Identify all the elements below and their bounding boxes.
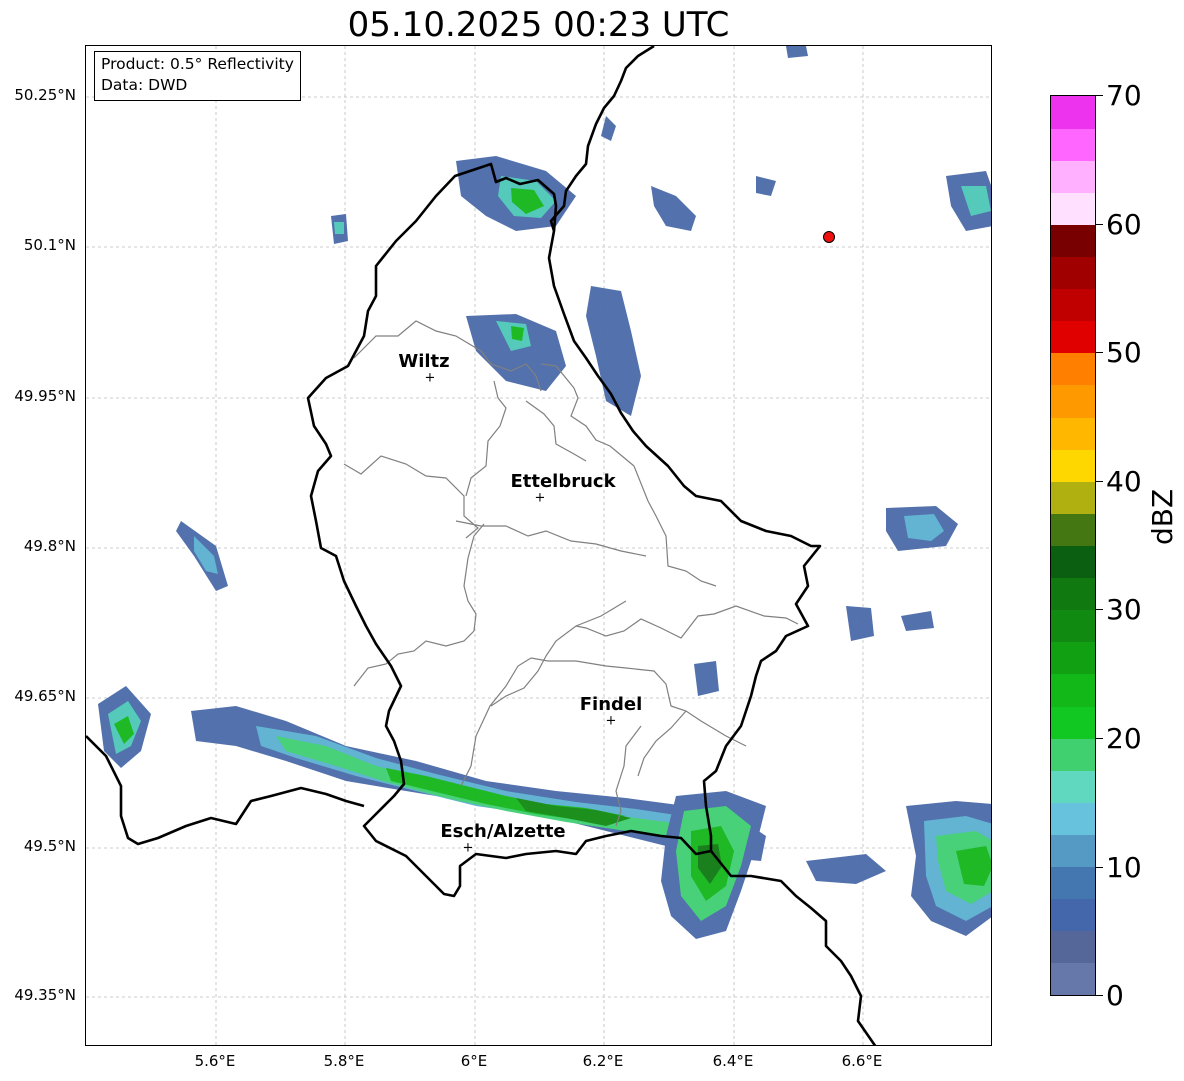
city-marker-icon: +	[462, 840, 474, 856]
product-label: Product: 0.5° Reflectivity	[101, 55, 294, 73]
colorbar-segment	[1051, 673, 1095, 707]
lat-label: 49.95°N	[14, 387, 76, 405]
city-marker-icon: +	[424, 370, 436, 386]
city-marker-icon: +	[605, 713, 617, 729]
colorbar-segment	[1051, 641, 1095, 675]
colorbar-tick-mark	[1096, 995, 1103, 996]
lat-label: 50.1°N	[23, 236, 76, 254]
colorbar-tick-label: 10	[1106, 851, 1142, 884]
radar-site-marker	[823, 231, 835, 243]
colorbar-segment	[1051, 609, 1095, 643]
lat-label: 49.35°N	[14, 986, 76, 1004]
lon-label: 5.6°E	[194, 1052, 236, 1070]
city-label-wiltz: Wiltz	[398, 351, 450, 372]
colorbar-segment	[1051, 545, 1095, 579]
colorbar-tick-label: 20	[1106, 722, 1142, 755]
city-marker-icon: +	[534, 490, 546, 506]
map-canvas	[86, 46, 991, 1045]
colorbar-segment	[1051, 513, 1095, 546]
colorbar-segment	[1051, 224, 1095, 258]
colorbar-segment	[1051, 256, 1095, 290]
colorbar-segment	[1051, 320, 1095, 354]
radar-map[interactable]	[85, 45, 992, 1046]
colorbar-tick-label: 50	[1106, 336, 1142, 369]
city-label-esch-alzette: Esch/Alzette	[440, 821, 566, 842]
lon-label: 6.4°E	[712, 1052, 754, 1070]
map-title: 05.10.2025 00:23 UTC	[347, 5, 730, 45]
echo-cell-south-central	[661, 791, 766, 939]
colorbar-tick-label: 40	[1106, 465, 1142, 498]
colorbar-tick-mark	[1096, 95, 1103, 96]
lon-label: 6.2°E	[582, 1052, 624, 1070]
colorbar-tick-mark	[1096, 224, 1103, 225]
colorbar-tick-mark	[1096, 352, 1103, 353]
colorbar-segment	[1051, 898, 1095, 932]
colorbar-segment	[1051, 160, 1095, 193]
colorbar-segment	[1051, 738, 1095, 771]
echo-east-scattered	[176, 46, 958, 696]
colorbar-segment	[1051, 577, 1095, 611]
colorbar-segment	[1051, 770, 1095, 803]
colorbar-segment	[1051, 481, 1095, 514]
colorbar-tick-mark	[1096, 867, 1103, 868]
colorbar-tick-label: 0	[1106, 979, 1124, 1012]
echo-cell-east	[806, 801, 991, 936]
radar-site	[823, 231, 835, 243]
colorbar-tick-label: 60	[1106, 208, 1142, 241]
colorbar-tick-mark	[1096, 609, 1103, 610]
colorbar-segment	[1051, 802, 1095, 835]
colorbar-segment	[1051, 417, 1095, 450]
lat-label: 50.25°N	[14, 86, 76, 104]
colorbar-segment	[1051, 128, 1095, 161]
colorbar-segment	[1051, 834, 1095, 868]
colorbar-tick-label: 70	[1106, 79, 1142, 112]
colorbar-segment	[1051, 384, 1095, 418]
colorbar-segment	[1051, 706, 1095, 739]
lat-label: 49.65°N	[14, 687, 76, 705]
city-label-ettelbruck: Ettelbruck	[510, 471, 616, 492]
colorbar-segment	[1051, 288, 1095, 322]
colorbar-segment	[1051, 866, 1095, 900]
colorbar-segment	[1051, 449, 1095, 482]
colorbar-tick-label: 30	[1106, 593, 1142, 626]
lon-label: 5.8°E	[323, 1052, 365, 1070]
lon-label: 6.6°E	[841, 1052, 883, 1070]
lat-label: 49.5°N	[23, 837, 76, 855]
district-borders	[343, 320, 799, 827]
product-info-box: Product: 0.5° Reflectivity Data: DWD	[94, 51, 301, 101]
colorbar-segment	[1051, 96, 1095, 129]
colorbar-segment	[1051, 352, 1095, 386]
colorbar-tick-mark	[1096, 738, 1103, 739]
lat-label: 49.8°N	[23, 537, 76, 555]
colorbar-tick-mark	[1096, 481, 1103, 482]
lon-label: 6°E	[460, 1052, 488, 1070]
colorbar-segment	[1051, 962, 1095, 996]
dbz-colorbar	[1050, 95, 1096, 996]
colorbar-segment	[1051, 192, 1095, 225]
city-label-findel: Findel	[579, 694, 643, 715]
data-source-label: Data: DWD	[101, 76, 188, 94]
colorbar-unit-label: dBZ	[1146, 488, 1179, 545]
colorbar-segment	[1051, 930, 1095, 964]
